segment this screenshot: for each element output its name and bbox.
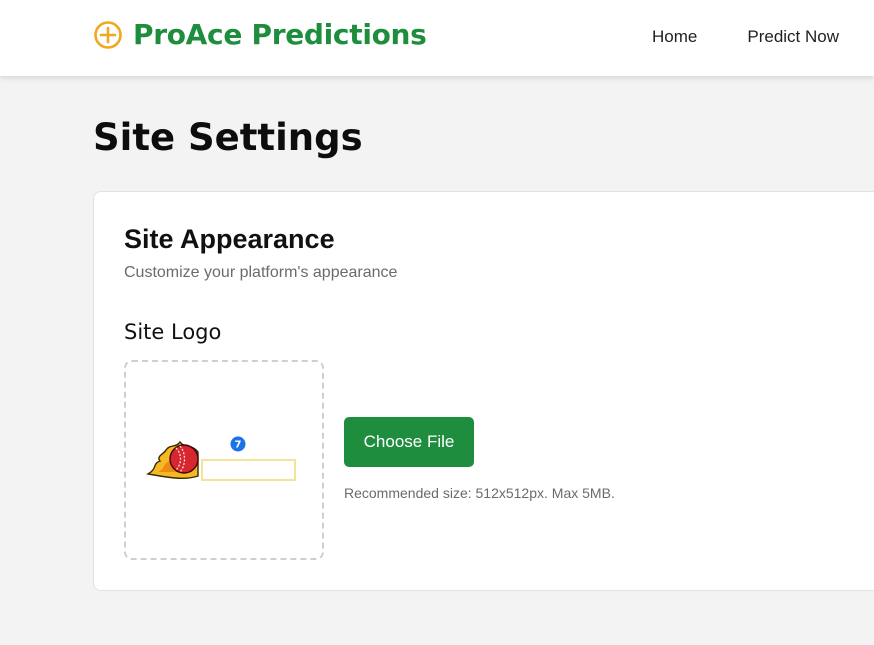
site-header: ProAce Predictions Home Predict Now bbox=[0, 0, 874, 76]
section-title: Site Appearance bbox=[124, 224, 335, 254]
upload-hint: Recommended size: 512x512px. Max 5MB. bbox=[344, 485, 615, 501]
plus-circle-icon bbox=[94, 20, 122, 49]
brand-logo-link[interactable]: ProAce Predictions bbox=[93, 18, 427, 51]
site-appearance-card: Site Appearance Customize your platform'… bbox=[93, 191, 874, 591]
section-subtitle: Customize your platform's appearance bbox=[124, 264, 398, 281]
choose-file-button[interactable]: Choose File bbox=[344, 417, 474, 467]
logo-dropzone[interactable]: 7 bbox=[124, 360, 324, 560]
nav-predict-now-link[interactable]: Predict Now bbox=[747, 27, 839, 47]
site-logo-label: Site Logo bbox=[124, 320, 222, 344]
badge-number: 7 bbox=[235, 440, 242, 451]
cricket-ball-logo-icon bbox=[146, 440, 296, 481]
brand-name: ProAce Predictions bbox=[133, 18, 427, 51]
number-badge-icon: 7 bbox=[230, 436, 246, 452]
main-nav: Home Predict Now bbox=[652, 27, 839, 47]
page-title: Site Settings bbox=[93, 116, 363, 159]
nav-home-link[interactable]: Home bbox=[652, 27, 697, 47]
